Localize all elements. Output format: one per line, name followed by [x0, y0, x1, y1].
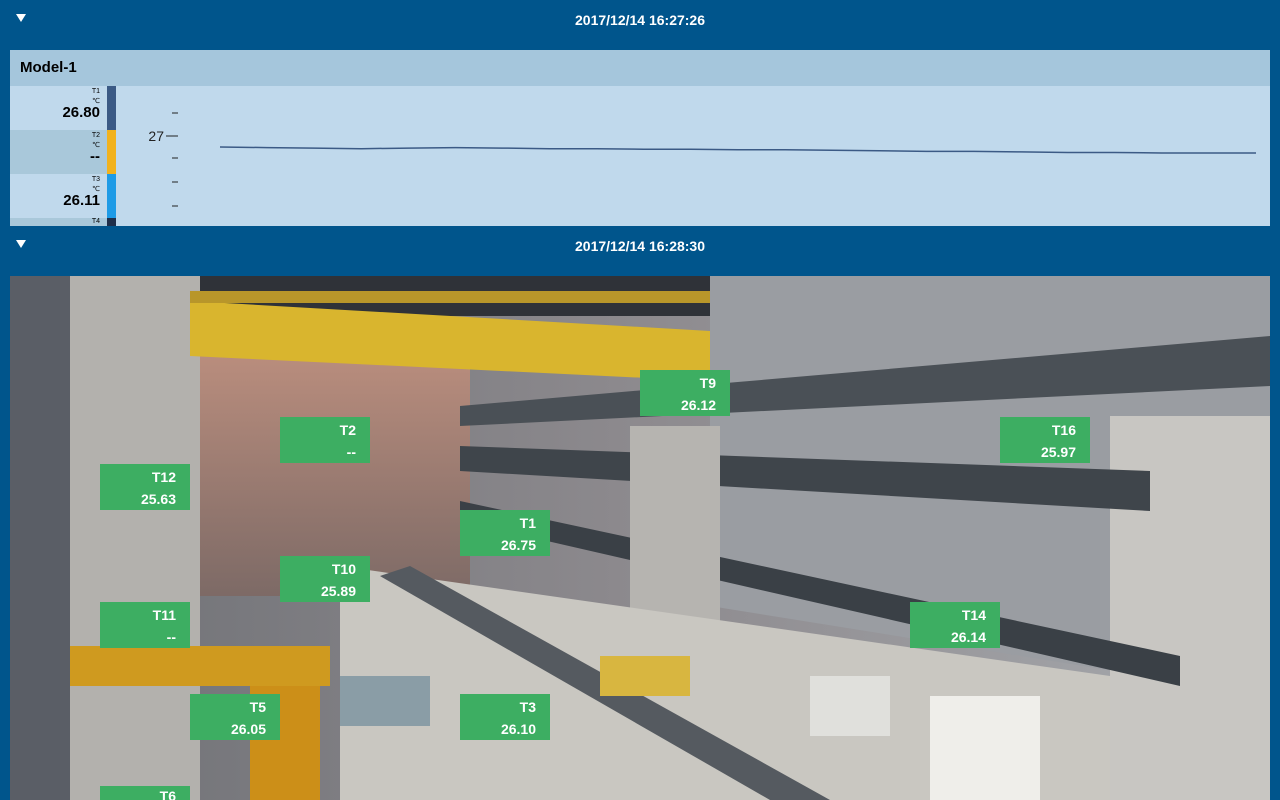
header-bar-1: 2017/12/14 16:27:26: [0, 0, 1280, 40]
tag-name: T1: [519, 515, 536, 531]
sensor-tag-t3[interactable]: T3 26.10: [460, 694, 550, 740]
sensor-tag-t11[interactable]: T11 --: [100, 602, 190, 648]
sensor-tag-t5[interactable]: T5 26.05: [190, 694, 280, 740]
sensor-row[interactable]: T1 ℃ 26.80: [10, 86, 116, 130]
tag-value: 26.05: [230, 721, 266, 737]
sensor-row[interactable]: T3 ℃ 26.11: [10, 174, 116, 218]
tag-name: T10: [331, 561, 356, 577]
sensor-tag-t9[interactable]: T9 26.12: [640, 370, 730, 416]
sensor-name: T3: [91, 176, 100, 183]
sensor-color-bar: [107, 86, 116, 130]
sensor-name: T1: [91, 88, 100, 95]
y-axis: 27: [148, 112, 178, 207]
sensor-list: T1 ℃ 26.80 T2 ℃ -- T3 ℃ 26.11 T4: [10, 86, 116, 226]
sensor-tag-t2[interactable]: T2 --: [280, 417, 370, 463]
sensor-color-bar: [107, 174, 116, 218]
tag-name: T5: [249, 699, 266, 715]
sensor-tag-t14[interactable]: T14 26.14: [910, 602, 1000, 648]
sensor-name: T4: [91, 218, 100, 225]
sensor-tag-t10[interactable]: T10 25.89: [280, 556, 370, 602]
tag-value: 26.75: [500, 537, 536, 553]
timestamp-2: 2017/12/14 16:28:30: [575, 238, 705, 254]
tag-value: 25.63: [140, 491, 176, 507]
sensor-name: T2: [91, 132, 100, 139]
tag-value: 25.97: [1040, 444, 1076, 460]
sensor-row[interactable]: T2 ℃ --: [10, 130, 116, 174]
sensor-value: 26.80: [62, 104, 100, 121]
sensor-color-bar: [107, 130, 116, 174]
y-tick-label: 27: [148, 128, 164, 144]
sensor-row[interactable]: T4: [10, 218, 116, 226]
model-panel: Model-1 T1 ℃ 26.80 T2 ℃ -- T3 ℃ 26.11 T4…: [10, 50, 1270, 226]
tag-name: T14: [961, 607, 986, 623]
sensor-tag-t12[interactable]: T12 25.63: [100, 464, 190, 510]
sensor-value: --: [90, 148, 100, 165]
trend-chart: 27: [148, 112, 1256, 207]
facility-photo: T9 26.12 T16 25.97 T2 -- T12 25.63 T1 26…: [10, 276, 1270, 800]
tag-name: T11: [152, 607, 176, 623]
tag-value: --: [346, 444, 356, 460]
tag-name: T6: [159, 788, 176, 800]
timestamp-1: 2017/12/14 16:27:26: [575, 12, 705, 28]
tag-value: 26.14: [950, 629, 986, 645]
sensor-tag-t1[interactable]: T1 26.75: [460, 510, 550, 556]
tag-value: 26.10: [500, 721, 536, 737]
sensor-tag-t16[interactable]: T16 25.97: [1000, 417, 1090, 463]
tag-name: T16: [1051, 422, 1076, 438]
tag-name: T9: [699, 375, 716, 391]
model-title: Model-1: [10, 50, 1270, 86]
tag-value: 25.89: [320, 583, 356, 599]
sensor-tag-t6[interactable]: T6: [100, 786, 190, 800]
header-bar-2: 2017/12/14 16:28:30: [0, 226, 1280, 266]
tag-name: T3: [519, 699, 536, 715]
tag-name: T2: [339, 422, 356, 438]
tag-value: 26.12: [680, 397, 716, 413]
series-line-t1: [219, 146, 1256, 154]
sensor-value: 26.11: [63, 192, 100, 209]
tag-value: --: [166, 629, 176, 645]
sensor-color-bar: [107, 218, 116, 226]
tag-name: T12: [151, 469, 176, 485]
